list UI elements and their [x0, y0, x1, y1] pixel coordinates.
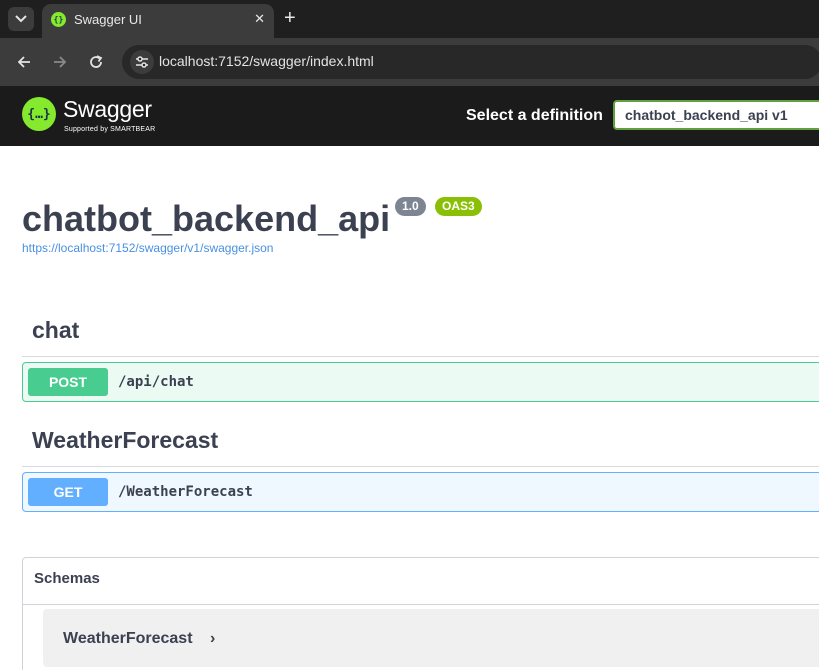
opblock-get-weatherforecast[interactable]: GET /WeatherForecast — [22, 472, 819, 512]
tab-list-icon — [15, 15, 27, 23]
tag-weatherforecast[interactable]: WeatherForecast — [32, 427, 218, 454]
swagger-topbar: {…} Swagger Supported by SMARTBEAR Selec… — [0, 86, 819, 146]
operation-path: /WeatherForecast — [118, 484, 253, 500]
forward-button[interactable] — [48, 50, 72, 74]
oas-badge: OAS3 — [435, 197, 482, 216]
site-info-icon — [136, 56, 148, 68]
address-bar[interactable]: localhost:7152/swagger/index.html — [122, 45, 819, 79]
definition-select[interactable]: chatbot_backend_api v1 — [613, 100, 819, 130]
version-badge: 1.0 — [395, 197, 426, 216]
browser-toolbar: localhost:7152/swagger/index.html — [0, 38, 819, 86]
spec-url-link[interactable]: https://localhost:7152/swagger/v1/swagge… — [22, 241, 273, 255]
schemas-section: Schemas WeatherForecast › — [22, 557, 819, 670]
tag-divider — [22, 356, 819, 357]
browser-tabstrip: {} Swagger UI ✕ + — [0, 0, 819, 38]
opblock-post-api-chat[interactable]: POST /api/chat — [22, 362, 819, 402]
schemas-divider — [23, 604, 819, 605]
forward-icon — [54, 56, 67, 68]
schemas-title[interactable]: Schemas — [34, 570, 100, 587]
site-info-button[interactable] — [130, 50, 154, 74]
method-badge-post: POST — [28, 368, 108, 396]
reload-button[interactable] — [84, 50, 108, 74]
tab-title: Swagger UI — [74, 12, 142, 27]
method-badge-get: GET — [28, 478, 108, 506]
tag-divider — [22, 466, 819, 467]
tab-list-button[interactable] — [8, 7, 34, 31]
swagger-content: chatbot_backend_api 1.0 OAS3 https://loc… — [0, 146, 819, 670]
api-title: chatbot_backend_api — [22, 198, 391, 239]
reload-icon — [90, 55, 103, 68]
tag-chat[interactable]: chat — [32, 317, 79, 344]
url-text[interactable]: localhost:7152/swagger/index.html — [159, 53, 374, 69]
back-icon — [17, 56, 30, 68]
close-icon[interactable]: ✕ — [254, 11, 265, 27]
swagger-logo-icon[interactable]: {…} — [22, 97, 56, 131]
model-name: WeatherForecast — [63, 630, 193, 647]
swagger-logo-text[interactable]: Swagger — [63, 96, 152, 123]
definition-label: Select a definition — [466, 107, 603, 124]
model-weatherforecast[interactable]: WeatherForecast › — [43, 609, 819, 667]
plus-icon[interactable]: + — [284, 7, 296, 29]
browser-tab[interactable]: {} Swagger UI ✕ — [42, 4, 274, 38]
chevron-right-icon[interactable]: › — [210, 630, 215, 648]
operation-path: /api/chat — [118, 374, 194, 390]
favicon-icon: {} — [51, 12, 66, 27]
smartbear-text: Supported by SMARTBEAR — [64, 126, 156, 133]
back-button[interactable] — [12, 50, 36, 74]
